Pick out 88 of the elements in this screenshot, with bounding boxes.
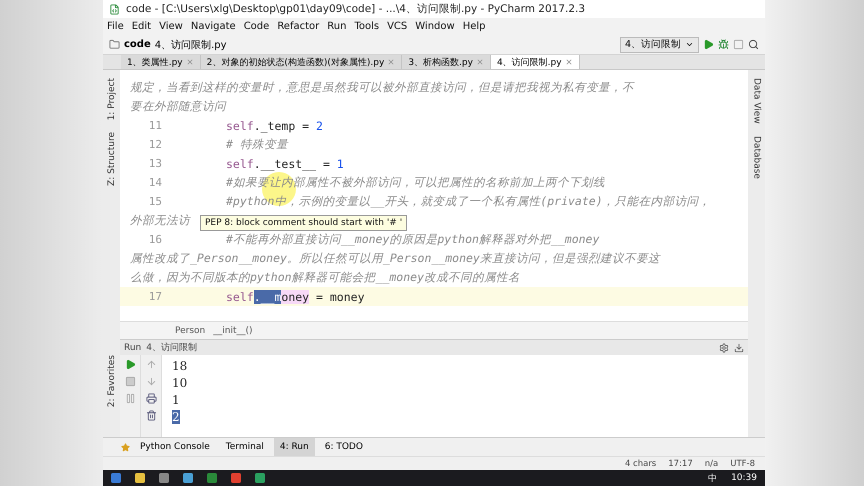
taskbar-app-icon[interactable] [207, 473, 217, 483]
debug-icon[interactable] [718, 39, 729, 50]
status-item: UTF-8 [730, 458, 755, 468]
stop-icon[interactable] [124, 376, 136, 387]
breadcrumb-project[interactable]: code [124, 39, 151, 50]
menu-item[interactable]: Tools [354, 21, 380, 32]
editor-tab[interactable]: 1、类属性.py [121, 55, 201, 69]
rerun-icon[interactable] [124, 359, 136, 370]
run-icon[interactable] [703, 39, 714, 50]
line-number: 17 [148, 290, 163, 303]
line-number: 16 [148, 233, 163, 246]
chevron-down-icon [685, 40, 694, 49]
line-number: 11 [148, 119, 163, 132]
tool-window-tab[interactable]: 2: Favorites [106, 354, 116, 407]
console-output: 2 [172, 410, 180, 424]
editor-tab[interactable]: 4、访问限制.py [490, 55, 580, 69]
tool-tab[interactable]: Python Console [134, 438, 216, 456]
taskbar-app-icon[interactable] [159, 473, 169, 483]
print-icon[interactable] [146, 393, 156, 404]
taskbar-app-icon[interactable] [255, 473, 265, 483]
status-item: n/a [704, 458, 718, 468]
line-number: 12 [148, 138, 163, 151]
menu-item[interactable]: View [159, 21, 183, 32]
code-line: self.__money = money [225, 290, 364, 304]
arrow-up-icon[interactable] [146, 359, 156, 370]
code-comment: 么做，因为不同版本的python解释器可能会把__money改成不同的属性名 [129, 270, 520, 285]
search-icon[interactable] [748, 39, 759, 50]
line-number: 15 [148, 195, 163, 208]
status-item: 4 chars [624, 458, 656, 468]
tooltip: PEP 8: block comment should start with '# ' [200, 215, 408, 231]
app-icon [109, 4, 120, 14]
tool-tab[interactable]: 6: TODO [318, 438, 369, 456]
tool-window-tab[interactable]: 1: Project [106, 78, 116, 120]
code-line: self.__test__ = 1 [225, 156, 344, 170]
code-comment: 外部无法访 [129, 213, 190, 228]
editor-tab[interactable]: 2、对象的初始状态(构造函数)(对象属性).py [200, 55, 402, 69]
code-line: self._temp = 2 [225, 118, 323, 132]
menu-item[interactable]: Help [462, 21, 486, 32]
close-icon[interactable] [186, 58, 194, 66]
menu-item[interactable]: Refactor [277, 21, 320, 32]
pause-icon[interactable] [124, 393, 136, 404]
code-editor[interactable] [120, 70, 748, 321]
code-comment: 属性改成了_Person__money。所以任然可以用_Person__money来直接访问，但是强烈建议不要这 [129, 251, 660, 266]
breadcrumb-item[interactable]: Person [175, 326, 206, 336]
close-icon[interactable] [476, 58, 484, 66]
run-panel-title: Run [124, 342, 142, 352]
taskbar-app-icon[interactable] [111, 473, 121, 483]
code-comment: # 特殊变量 [225, 137, 288, 152]
menu-item[interactable]: Edit [132, 21, 152, 32]
line-number: 13 [148, 157, 163, 170]
console-output: 1 [172, 393, 180, 407]
clock: 10:39 [731, 473, 757, 483]
code-comment: 规定，当看到这样的变量时，意思是虽然我可以被外部直接访问，但是请把我视为私有变量，不 [129, 80, 634, 95]
tool-window-tab[interactable]: Z: Structure [106, 132, 116, 186]
taskbar-app-icon[interactable] [135, 473, 145, 483]
folder-icon [109, 39, 120, 50]
console-output: 18 [172, 359, 188, 373]
menu-item[interactable]: VCS [387, 21, 408, 32]
menu-item[interactable]: Navigate [190, 21, 236, 32]
arrow-down-icon[interactable] [146, 376, 156, 387]
tool-tab[interactable]: Terminal [220, 438, 270, 456]
close-icon[interactable] [387, 58, 396, 66]
code-comment: 要在外部随意访问 [129, 99, 226, 114]
run-config-label[interactable]: 4、访问限制 [146, 341, 197, 354]
window-title: code - [C:\Users\xlg\Desktop\gp01\day09\code] - ...\4、访问限制.py - PyCharm 2017.2.3 [126, 2, 586, 16]
close-icon[interactable] [564, 58, 573, 66]
tool-window-tab[interactable]: Database [752, 136, 762, 179]
stop-icon[interactable] [733, 39, 744, 50]
breadcrumb-file[interactable]: 4、访问限制.py [154, 38, 227, 52]
console-output: 10 [172, 376, 188, 390]
taskbar-app-icon[interactable] [183, 473, 193, 483]
code-comment: #不能再外部直接访问__money的原因是python解释器对外把__money [225, 232, 600, 247]
menu-item[interactable]: File [107, 21, 124, 32]
line-number: 14 [148, 176, 163, 189]
menu-item[interactable]: Code [244, 21, 270, 32]
tool-window-tab[interactable]: Data View [752, 78, 762, 124]
settings-icon[interactable] [719, 342, 729, 352]
breadcrumb-item[interactable]: __init__() [213, 326, 253, 336]
menu-item[interactable]: Run [327, 21, 346, 32]
editor-tab[interactable]: 3、析构函数.py [402, 55, 491, 69]
taskbar-app-icon[interactable] [231, 473, 241, 483]
trash-icon[interactable] [146, 410, 156, 421]
menu-item[interactable]: Window [415, 21, 455, 32]
tool-tab[interactable]: 4: Run [274, 438, 315, 456]
ime-indicator[interactable]: 中 [708, 472, 718, 484]
star-icon [121, 442, 130, 452]
status-item: 17:17 [668, 458, 693, 468]
run-config-dropdown[interactable]: 4、访问限制 [620, 36, 699, 52]
